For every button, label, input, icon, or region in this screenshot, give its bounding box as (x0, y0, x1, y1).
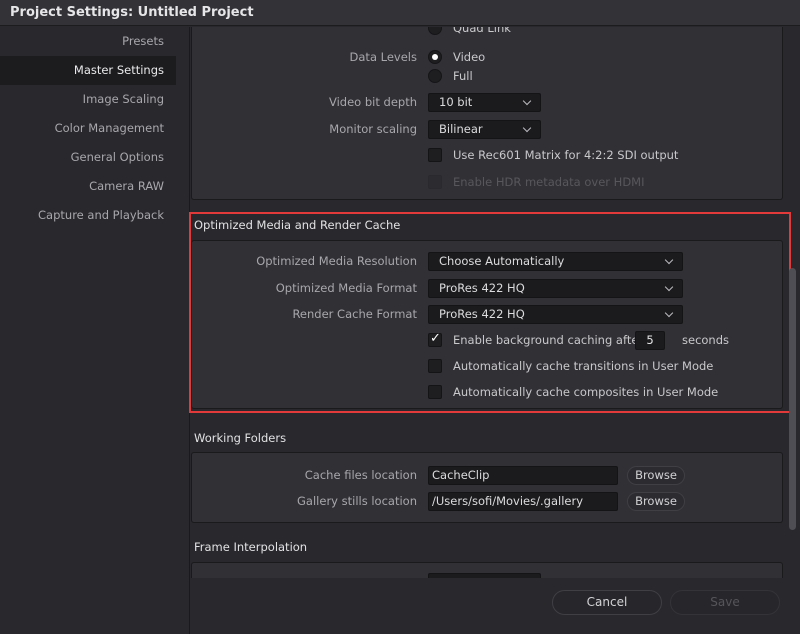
cache-composites-checkbox[interactable] (428, 385, 442, 399)
data-levels-label: Data Levels (349, 50, 417, 64)
optimized-resolution-label: Optimized Media Resolution (256, 254, 417, 268)
working-folders-title: Working Folders (194, 431, 287, 445)
monitor-scaling-value: Bilinear (439, 122, 483, 136)
checkmark-icon: ✓ (430, 331, 441, 346)
monitor-scaling-label: Monitor scaling (329, 122, 417, 136)
cache-transitions-checkbox[interactable] (428, 359, 442, 373)
rec601-label: Use Rec601 Matrix for 4:2:2 SDI output (453, 148, 679, 162)
sidebar-item-presets[interactable]: Presets (0, 27, 176, 56)
chevron-down-icon (664, 255, 674, 265)
bit-depth-label: Video bit depth (328, 95, 417, 109)
gallery-browse-button[interactable]: Browse (627, 492, 685, 511)
chevron-down-icon (664, 308, 674, 318)
cache-transitions-label: Automatically cache transitions in User … (453, 359, 714, 373)
background-caching-checkbox[interactable]: ✓ (428, 331, 442, 347)
sidebar: Presets Master Settings Image Scaling Co… (0, 27, 190, 634)
render-cache-select[interactable]: ProRes 422 HQ (428, 305, 683, 324)
chevron-down-icon (522, 96, 532, 106)
monitor-scaling-select[interactable]: Bilinear (428, 120, 541, 139)
data-levels-full-radio[interactable] (428, 69, 442, 83)
settings-content: Quad Link Data Levels Video Full Video b… (191, 27, 800, 634)
chevron-down-icon (522, 123, 532, 133)
window-title: Project Settings: Untitled Project (10, 5, 254, 20)
video-monitoring-panel: Quad Link Data Levels Video Full Video b… (191, 27, 783, 200)
cache-composites-label: Automatically cache composites in User M… (453, 385, 719, 399)
render-cache-value: ProRes 422 HQ (439, 307, 525, 321)
cache-location-input[interactable]: CacheClip (428, 466, 618, 485)
optimized-resolution-select[interactable]: Choose Automatically (428, 252, 683, 271)
sidebar-item-color-management[interactable]: Color Management (0, 114, 176, 143)
vertical-scrollbar[interactable] (789, 268, 796, 530)
working-folders-panel: Cache files location CacheClip Browse Ga… (191, 452, 783, 523)
rec601-checkbox[interactable] (428, 148, 442, 162)
render-cache-label: Render Cache Format (292, 307, 417, 321)
cache-location-label: Cache files location (304, 468, 417, 482)
data-levels-full-label: Full (453, 69, 473, 83)
sidebar-item-master-settings[interactable]: Master Settings (0, 56, 176, 85)
cancel-button[interactable]: Cancel (552, 590, 662, 615)
seconds-label: seconds (682, 333, 730, 347)
bit-depth-value: 10 bit (439, 95, 473, 109)
bit-depth-select[interactable]: 10 bit (428, 93, 541, 112)
hdr-metadata-checkbox (428, 175, 442, 189)
sidebar-item-capture-and-playback[interactable]: Capture and Playback (0, 201, 176, 230)
background-caching-seconds-input[interactable]: 5 (635, 331, 665, 350)
optimized-format-select[interactable]: ProRes 422 HQ (428, 279, 683, 298)
optimized-format-label: Optimized Media Format (275, 281, 417, 295)
background-caching-label: Enable background caching after (453, 333, 644, 347)
optimized-format-value: ProRes 422 HQ (439, 281, 525, 295)
data-levels-video-label: Video (453, 50, 486, 64)
quad-link-radio[interactable] (428, 27, 442, 35)
optimized-resolution-value: Choose Automatically (439, 254, 565, 268)
hdr-metadata-label: Enable HDR metadata over HDMI (453, 175, 645, 189)
sidebar-item-image-scaling[interactable]: Image Scaling (0, 85, 176, 114)
gallery-location-label: Gallery stills location (297, 494, 417, 508)
sidebar-item-general-options[interactable]: General Options (0, 143, 176, 172)
title-bar: Project Settings: Untitled Project (0, 0, 800, 26)
save-button[interactable]: Save (670, 590, 780, 615)
frame-interpolation-title: Frame Interpolation (194, 540, 308, 554)
quad-link-label: Quad Link (453, 27, 511, 35)
cache-browse-button[interactable]: Browse (627, 466, 685, 485)
sidebar-item-camera-raw[interactable]: Camera RAW (0, 172, 176, 201)
optimized-media-title: Optimized Media and Render Cache (194, 218, 401, 232)
gallery-location-input[interactable]: /Users/sofi/Movies/.gallery (428, 492, 618, 511)
data-levels-video-radio[interactable] (428, 50, 442, 64)
chevron-down-icon (664, 282, 674, 292)
optimized-media-panel: Optimized Media Resolution Choose Automa… (191, 240, 783, 409)
